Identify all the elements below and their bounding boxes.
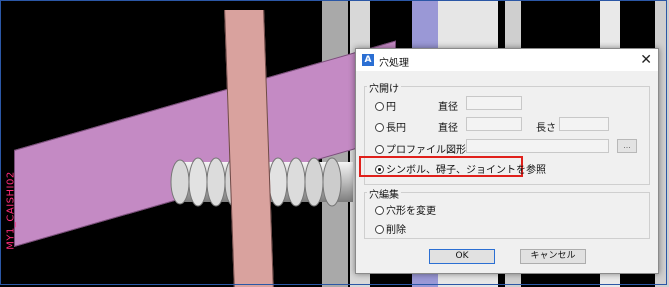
app-logo-icon: A xyxy=(362,54,374,66)
radio-delete-indicator[interactable] xyxy=(375,225,384,234)
radio-circle-indicator[interactable] xyxy=(375,102,384,111)
radio-change-shape-indicator[interactable] xyxy=(375,206,384,215)
radio-circle-label: 円 xyxy=(386,102,396,113)
close-icon[interactable]: ✕ xyxy=(640,51,652,69)
radio-change-shape[interactable]: 穴形を変更 xyxy=(375,202,436,217)
ok-button[interactable]: OK xyxy=(429,249,495,264)
cancel-button[interactable]: キャンセル xyxy=(520,249,586,264)
profile-browse-button[interactable]: ... xyxy=(617,139,637,153)
radio-delete[interactable]: 削除 xyxy=(375,221,406,236)
profile-shape-input[interactable] xyxy=(466,139,609,153)
radio-profile-indicator[interactable] xyxy=(375,145,384,154)
circle-diameter-label: 直径 xyxy=(438,102,458,113)
radio-profile-label: プロファイル図形 xyxy=(386,145,466,156)
dialog-title: 穴処理 xyxy=(379,58,409,69)
slot-length-label: 長さ xyxy=(536,123,556,134)
radio-symbol-indicator[interactable] xyxy=(375,165,384,174)
radio-symbol-reference[interactable]: シンボル、碍子、ジョイントを参照 xyxy=(375,161,546,176)
hole-processing-dialog: A 穴処理 ✕ 穴開け 円 直径 長円 直径 長さ プロファイル図形 ... シ… xyxy=(355,48,659,274)
radio-circle[interactable]: 円 xyxy=(375,98,396,113)
hole-drilling-group-label: 穴開け xyxy=(367,80,401,95)
radio-slot[interactable]: 長円 xyxy=(375,119,406,134)
slot-diameter-label: 直径 xyxy=(438,123,458,134)
radio-change-shape-label: 穴形を変更 xyxy=(386,206,436,217)
radio-slot-indicator[interactable] xyxy=(375,123,384,132)
hole-edit-group-label: 穴編集 xyxy=(367,186,401,201)
salmon-beam-model xyxy=(224,10,274,287)
radio-symbol-label: シンボル、碍子、ジョイントを参照 xyxy=(386,165,546,176)
model-label: MY1_CAISHI02 xyxy=(5,171,17,250)
radio-delete-label: 削除 xyxy=(386,225,406,236)
radio-profile[interactable]: プロファイル図形 xyxy=(375,141,466,156)
circle-diameter-input[interactable] xyxy=(466,96,522,110)
dialog-titlebar[interactable]: A 穴処理 ✕ xyxy=(356,49,658,71)
slot-diameter-input[interactable] xyxy=(466,117,522,131)
slot-length-input[interactable] xyxy=(559,117,609,131)
radio-slot-label: 長円 xyxy=(386,123,406,134)
